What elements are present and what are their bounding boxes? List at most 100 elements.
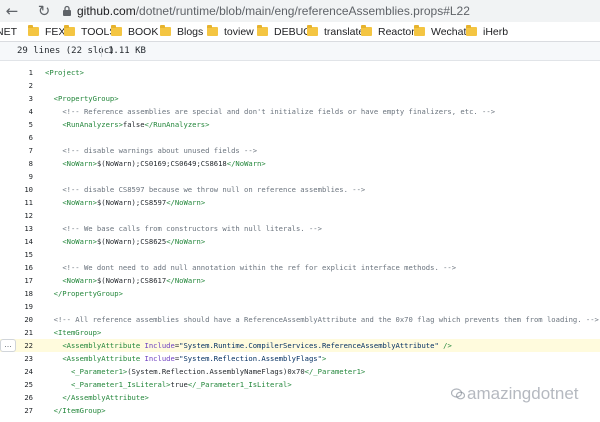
bookmark-fex[interactable]: FEX [28,25,65,39]
line-number[interactable]: 24 [24,365,33,378]
bookmark-reactor[interactable]: Reactor [361,25,415,39]
bookmark-label: Reactor [378,26,415,38]
bookmark-label: FEX [45,26,66,38]
divider [101,46,102,57]
bookmark-iherb[interactable]: iHerb [466,25,508,39]
bookmark-book[interactable]: BOOK [111,25,158,39]
bookmark-blogs[interactable]: Blogs [160,25,203,39]
bookmark-label: NET [0,26,17,38]
folder-icon [257,25,268,36]
bookmark-wechat[interactable]: Wechat [414,25,466,39]
code-text: <!-- disable warnings about unused field… [62,146,258,155]
code-text: <AssemblyAttribute Include="System.Refle… [62,354,327,363]
code-line: 1 <Project> [0,66,600,79]
line-number[interactable]: 15 [24,248,33,261]
line-number[interactable]: 3 [29,92,33,105]
code-line: 18 </PropertyGroup> [0,287,600,300]
code-line: 9 [0,170,600,183]
url-path: /dotnet/runtime/blob/main/eng/referenceA… [135,4,470,18]
code-line: 7 <!-- disable warnings about unused fie… [0,144,600,157]
code-line: 24 <_Parameter1>(System.Reflection.Assem… [0,365,600,378]
code-line: 12 [0,209,600,222]
line-number[interactable]: 6 [29,131,33,144]
bookmark-translate[interactable]: translate [307,25,364,39]
code-line: 23 <AssemblyAttribute Include="System.Re… [0,352,600,365]
code-line: 20 <!-- All reference assemblies should … [0,313,600,326]
address-bar: ← ↻ github.com/dotnet/runtime/blob/main/… [0,0,600,22]
code-line: 16 <!-- We dont need to add null annotat… [0,261,600,274]
code-line: 21 <ItemGroup> [0,326,600,339]
code-text: <NoWarn>$(NoWarn);CS8617</NoWarn> [62,276,206,285]
folder-icon [160,25,171,36]
code-text: <NoWarn>$(NoWarn);CS8597</NoWarn> [62,198,206,207]
line-number[interactable]: 5 [29,118,33,131]
line-number[interactable]: 13 [24,222,33,235]
line-number[interactable]: 1 [29,66,33,79]
line-number[interactable]: 4 [29,105,33,118]
line-number[interactable]: 9 [29,170,33,183]
code-text: <RunAnalyzers>false</RunAnalyzers> [62,120,210,129]
bookmark-label: Wechat [431,26,467,38]
code-line: 3 <PropertyGroup> [0,92,600,105]
code-text: </ItemGroup> [53,406,106,415]
folder-icon [207,25,218,36]
line-number[interactable]: 21 [24,326,33,339]
file-header: 29 lines (22 sloc) 1.11 KB [0,42,600,61]
code-line: 15 [0,248,600,261]
code-line: 27 </ItemGroup> [0,404,600,417]
code-line: 19 [0,300,600,313]
reload-icon[interactable]: ↻ [34,1,54,21]
bookmark-label: translate [324,26,365,38]
bookmark-label: BOOK [128,26,159,38]
folder-icon [466,25,477,36]
code-text: <ItemGroup> [53,328,102,337]
line-number[interactable]: 27 [24,404,33,417]
line-number[interactable]: 8 [29,157,33,170]
watermark: amazingdotnet [451,384,579,404]
line-number[interactable]: 10 [24,183,33,196]
line-number[interactable]: 17 [24,274,33,287]
code-line: … 22 <AssemblyAttribute Include="System.R… [0,339,600,352]
line-number[interactable]: 25 [24,378,33,391]
bookmark-debug[interactable]: DEBUG [257,25,311,39]
bookmarks-bar: NET FEX TOOLS BOOK Blogs toview DEBUG tr… [0,22,600,42]
line-number[interactable]: 23 [24,352,33,365]
code-line: 5 <RunAnalyzers>false</RunAnalyzers> [0,118,600,131]
code-text: <_Parameter1>(System.Reflection.Assembly… [70,367,366,376]
line-number[interactable]: 11 [24,196,33,209]
line-number[interactable]: 26 [24,391,33,404]
line-number[interactable]: 19 [24,300,33,313]
bookmark-toview[interactable]: toview [207,25,254,39]
url-field[interactable]: github.com/dotnet/runtime/blob/main/eng/… [77,3,470,19]
bookmark-label: iHerb [483,26,509,38]
bookmark-tools[interactable]: TOOLS [64,25,116,39]
line-number[interactable]: 20 [24,313,33,326]
code-view: 1 <Project> 2 3 <PropertyGroup> 4 <!-- Refer… [0,66,600,417]
line-number[interactable]: 7 [29,144,33,157]
bookmark-net[interactable]: NET [0,25,17,39]
line-number[interactable]: 12 [24,209,33,222]
code-line: 4 <!-- Reference assemblies are special … [0,105,600,118]
url-domain: github.com [77,4,136,18]
line-number[interactable]: 22 [24,339,33,352]
code-text: <Project> [45,68,84,77]
line-number[interactable]: 16 [24,261,33,274]
folder-icon [111,25,122,36]
bookmark-label: toview [224,26,254,38]
code-text: <!-- All reference assemblies should hav… [53,315,599,324]
back-arrow-icon[interactable]: ← [2,1,22,21]
file-size: 1.11 KB [108,46,146,56]
line-options-button[interactable]: … [0,339,16,352]
lock-icon[interactable] [60,4,74,18]
code-line: 6 [0,131,600,144]
folder-icon [64,25,75,36]
code-text: <!-- We base calls from constructors wit… [62,224,322,233]
code-text: <PropertyGroup> [53,94,119,103]
line-number[interactable]: 14 [24,235,33,248]
wechat-logo-icon [451,388,465,400]
code-text: <!-- disable CS8597 because we throw nul… [62,185,366,194]
code-line: 10 <!-- disable CS8597 because we throw … [0,183,600,196]
line-number[interactable]: 18 [24,287,33,300]
code-text: <AssemblyAttribute Include="System.Runti… [62,341,452,350]
line-number[interactable]: 2 [29,79,33,92]
